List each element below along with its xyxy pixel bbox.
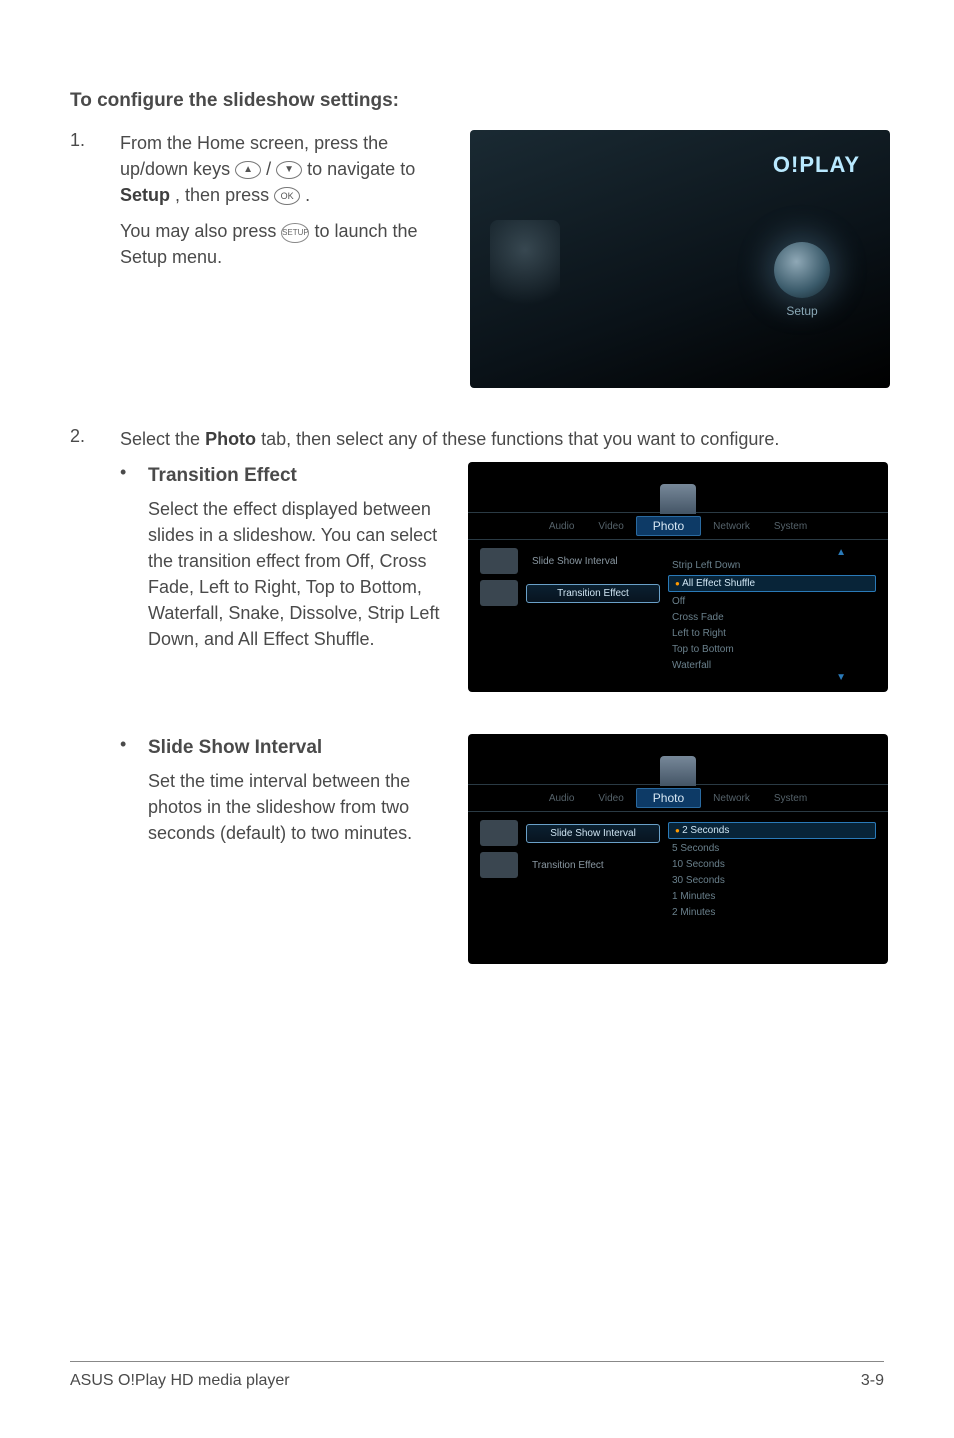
left-item-transition-selected: Transition Effect <box>526 584 660 603</box>
scroll-down-arrow-icon: ▼ <box>668 675 876 681</box>
transition-effect-text: Select the effect displayed between slid… <box>148 496 448 653</box>
opt-5-seconds: 5 Seconds <box>668 842 876 855</box>
photo-tab-icon <box>660 756 696 786</box>
setup-screenshot: O!PLAY Setup <box>470 130 890 388</box>
left-item-transition: Transition Effect <box>526 857 660 874</box>
transition-effect-title: Transition Effect <box>148 462 448 490</box>
thumb-icon <box>480 548 518 574</box>
opt-top-to-bottom: Top to Bottom <box>668 643 876 656</box>
opt-cross-fade: Cross Fade <box>668 611 876 624</box>
tab-audio: Audio <box>537 521 587 532</box>
device-logo: O!PLAY <box>773 152 860 178</box>
tab-video: Video <box>586 793 635 804</box>
step-1-text-e: . <box>305 185 310 205</box>
left-item-slide-interval-selected: Slide Show Interval <box>526 824 660 843</box>
footer-page-number: 3-9 <box>861 1372 884 1390</box>
down-key-icon: ▼ <box>276 161 302 179</box>
photo-bold: Photo <box>205 429 256 449</box>
step-2-body: Select the Photo tab, then select any of… <box>120 426 884 452</box>
opt-all-effect-shuffle-selected: All Effect Shuffle <box>668 575 876 592</box>
step-1-text-d: , then press <box>175 185 274 205</box>
bullet-1-dot: • <box>120 462 148 483</box>
tab-row: Audio Video Photo Network System <box>468 512 888 540</box>
slide-show-interval-screenshot: Audio Video Photo Network System Slide S… <box>468 734 888 964</box>
photo-tab-icon <box>660 484 696 514</box>
step-1-body: From the Home screen, press the up/down … <box>120 130 450 270</box>
step-1-text-b: / <box>266 159 276 179</box>
opt-left-to-right: Left to Right <box>668 627 876 640</box>
step-1-line2-a: You may also press <box>120 221 281 241</box>
step-1-number: 1. <box>70 130 120 151</box>
tab-video: Video <box>586 521 635 532</box>
bullet-2-dot: • <box>120 734 148 755</box>
section-heading: To configure the slideshow settings: <box>70 90 884 112</box>
opt-30-seconds: 30 Seconds <box>668 874 876 887</box>
opt-10-seconds: 10 Seconds <box>668 858 876 871</box>
tab-photo-active: Photo <box>636 516 701 536</box>
tab-audio: Audio <box>537 793 587 804</box>
step-2-text-a: Select the <box>120 429 205 449</box>
tab-system: System <box>762 521 819 532</box>
opt-off: Off <box>668 595 876 608</box>
setup-gear-icon: Setup <box>774 242 830 318</box>
tab-system: System <box>762 793 819 804</box>
thumb-icon <box>480 820 518 846</box>
opt-2-seconds-selected: 2 Seconds <box>668 822 876 839</box>
setup-bold: Setup <box>120 185 170 205</box>
tab-row: Audio Video Photo Network System <box>468 784 888 812</box>
step-2-text-b: tab, then select any of these functions … <box>261 429 779 449</box>
setup-key-icon: SETUP <box>281 223 309 243</box>
thumb-icon <box>480 580 518 606</box>
setup-label: Setup <box>774 304 830 318</box>
opt-1-minutes: 1 Minutes <box>668 890 876 903</box>
opt-waterfall: Waterfall <box>668 659 876 672</box>
tab-photo-active: Photo <box>636 788 701 808</box>
ok-key-icon: OK <box>274 187 300 205</box>
scroll-up-arrow-icon: ▲ <box>668 550 876 556</box>
slide-show-interval-text: Set the time interval between the photos… <box>148 768 448 846</box>
thumb-icon <box>480 852 518 878</box>
left-item-slide-interval: Slide Show Interval <box>526 553 660 570</box>
slide-show-interval-title: Slide Show Interval <box>148 734 448 762</box>
tab-network: Network <box>701 793 762 804</box>
tab-network: Network <box>701 521 762 532</box>
transition-effect-screenshot: Audio Video Photo Network System Slide S… <box>468 462 888 692</box>
opt-2-minutes: 2 Minutes <box>668 906 876 919</box>
step-1-text-c: to navigate to <box>307 159 415 179</box>
step-2-number: 2. <box>70 426 120 447</box>
up-key-icon: ▲ <box>235 161 261 179</box>
opt-strip-left-down: Strip Left Down <box>668 559 876 572</box>
footer-product: ASUS O!Play HD media player <box>70 1372 290 1390</box>
ghost-icon <box>490 220 560 320</box>
